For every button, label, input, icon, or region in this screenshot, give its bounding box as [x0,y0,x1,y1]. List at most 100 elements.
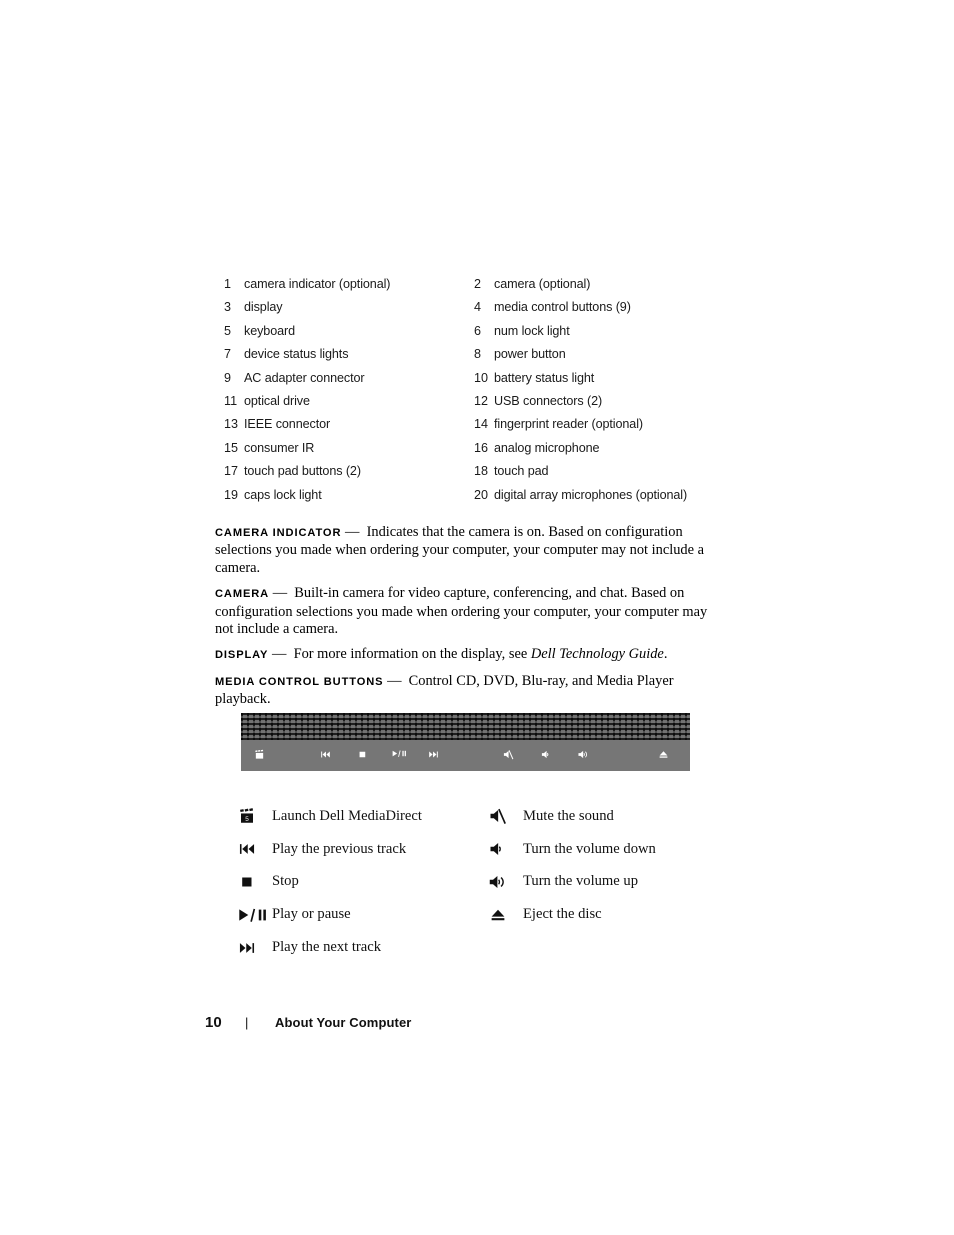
callout-number: 12 [474,393,489,408]
definition-dash: — [272,585,288,602]
volume-down-icon [489,840,523,858]
eject-icon [489,906,523,924]
play-pause-icon [238,906,272,924]
callout-number: 13 [224,417,239,432]
callout-number: 1 [224,277,232,291]
callout-number: 14 [474,417,489,432]
callout-row: 5 keyboard 6 num lock light [216,323,716,346]
volume-down-icon [541,749,552,760]
callout-label: battery status light [494,370,595,385]
previous-track-icon [238,840,272,858]
callout-item: 19 caps lock light [216,487,466,503]
callout-label: camera indicator (optional) [244,277,391,291]
callout-number: 17 [224,464,239,479]
definition-paragraph: CAMERA — Built-in camera for video captu… [215,585,715,638]
callout-item: 1 camera indicator (optional) [216,276,466,292]
definition-paragraph: CAMERA INDICATOR — Indicates that the ca… [215,524,715,577]
footer-section-title: About Your Computer [275,1015,412,1030]
media-button-legend: 5 Launch Dell MediaDirect Play the previou… [0,800,954,970]
definition-term: CAMERA [215,588,270,601]
callout-label: touch pad buttons (2) [244,464,361,479]
callout-row: 11 optical drive 12 USB connectors (2) [216,393,716,416]
callout-item: 13 IEEE connector [216,416,466,432]
legend-row: Eject the disc [489,898,739,931]
callout-number: 18 [474,464,489,479]
mute-icon [503,749,514,760]
callout-number: 4 [474,300,482,315]
legend-label: Stop [272,873,299,890]
callout-label: display [244,300,283,315]
svg-text:5: 5 [245,816,249,823]
legend-row: Mute the sound [489,800,739,833]
callout-item: 2 camera (optional) [466,276,716,292]
definition-dash: — [271,646,287,663]
eject-icon [658,749,669,760]
callout-row: 7 device status lights 8 power button [216,346,716,369]
legend-label: Turn the volume up [523,873,638,890]
callout-label: media control buttons (9) [494,300,631,315]
definition-body: Built-in camera for video capture, confe… [215,585,708,638]
callout-label: optical drive [244,393,310,408]
legend-column-right: Mute the sound Turn the volume down Turn t… [489,800,739,931]
callout-number: 5 [224,323,232,338]
callout-row: 3 display 4 media control buttons (9) [216,299,716,322]
callout-label: digital array microphones (optional) [494,487,688,502]
callout-item: 5 keyboard [216,323,466,339]
previous-track-icon [320,749,331,760]
definition-term: DISPLAY [215,649,269,662]
callout-item: 12 USB connectors (2) [466,393,716,409]
callout-item: 3 display [216,299,466,315]
callout-number: 19 [224,487,239,502]
definition-body: For more information on the display, see [293,646,531,663]
callout-row: 1 camera indicator (optional) 2 camera (opt… [216,276,716,299]
definition-term: MEDIA CONTROL BUTTONS [215,675,384,688]
legend-label: Turn the volume down [523,840,656,857]
callout-number: 10 [474,370,489,385]
callout-number: 9 [224,370,232,385]
legend-label: Play or pause [272,906,351,923]
legend-label: Play the next track [272,939,382,956]
callout-number: 11 [224,393,238,408]
svg-text:5: 5 [258,753,260,758]
callout-list: 1 camera indicator (optional) 2 camera (opt… [216,276,716,510]
callout-item: 7 device status lights [216,346,466,362]
media-control-strip-image: 5 [241,713,690,771]
callout-item: 17 touch pad buttons (2) [216,463,466,479]
callout-row: 15 consumer IR 16 analog microphone [216,440,716,463]
page-footer: 10 | About Your Computer [205,1014,411,1031]
document-page: 1 camera indicator (optional) 2 camera (opt… [0,0,954,1235]
mediadirect-icon: 5 [254,749,265,760]
callout-item: 18 touch pad [466,463,716,479]
callout-item: 15 consumer IR [216,440,466,456]
callout-label: power button [494,347,566,362]
legend-row: Turn the volume up [489,866,739,899]
volume-up-icon [578,749,589,760]
callout-label: AC adapter connector [244,370,365,385]
mediadirect-icon: 5 [238,807,272,825]
callout-row: 9 AC adapter connector 10 battery status li… [216,370,716,393]
callout-label: IEEE connector [244,417,331,432]
mute-icon [489,807,523,825]
callout-number: 2 [474,277,482,291]
definition-term: CAMERA INDICATOR [215,527,342,539]
volume-up-icon [489,873,523,891]
callout-item: 20 digital array microphones (optional) [466,487,716,503]
legend-row: Turn the volume down [489,833,739,866]
legend-label: Play the previous track [272,840,407,857]
callout-item: 11 optical drive [216,393,466,409]
legend-row: 5 Launch Dell MediaDirect [238,800,488,833]
callout-label: USB connectors (2) [494,393,603,408]
definition-dash: — [387,672,402,689]
definition-body-tail: . [663,646,668,663]
callout-label: consumer IR [244,440,315,455]
definition-dash: — [344,524,360,540]
callout-label: analog microphone [494,440,600,455]
callout-row: 19 caps lock light 20 digital array microph… [216,487,716,510]
strip-icon-row: 5 [241,741,690,771]
callout-number: 6 [474,323,482,338]
footer-separator: | [245,1015,249,1030]
callout-number: 8 [474,347,482,362]
callout-item: 16 analog microphone [466,440,716,456]
callout-number: 3 [224,300,232,315]
callout-number: 20 [474,487,489,502]
